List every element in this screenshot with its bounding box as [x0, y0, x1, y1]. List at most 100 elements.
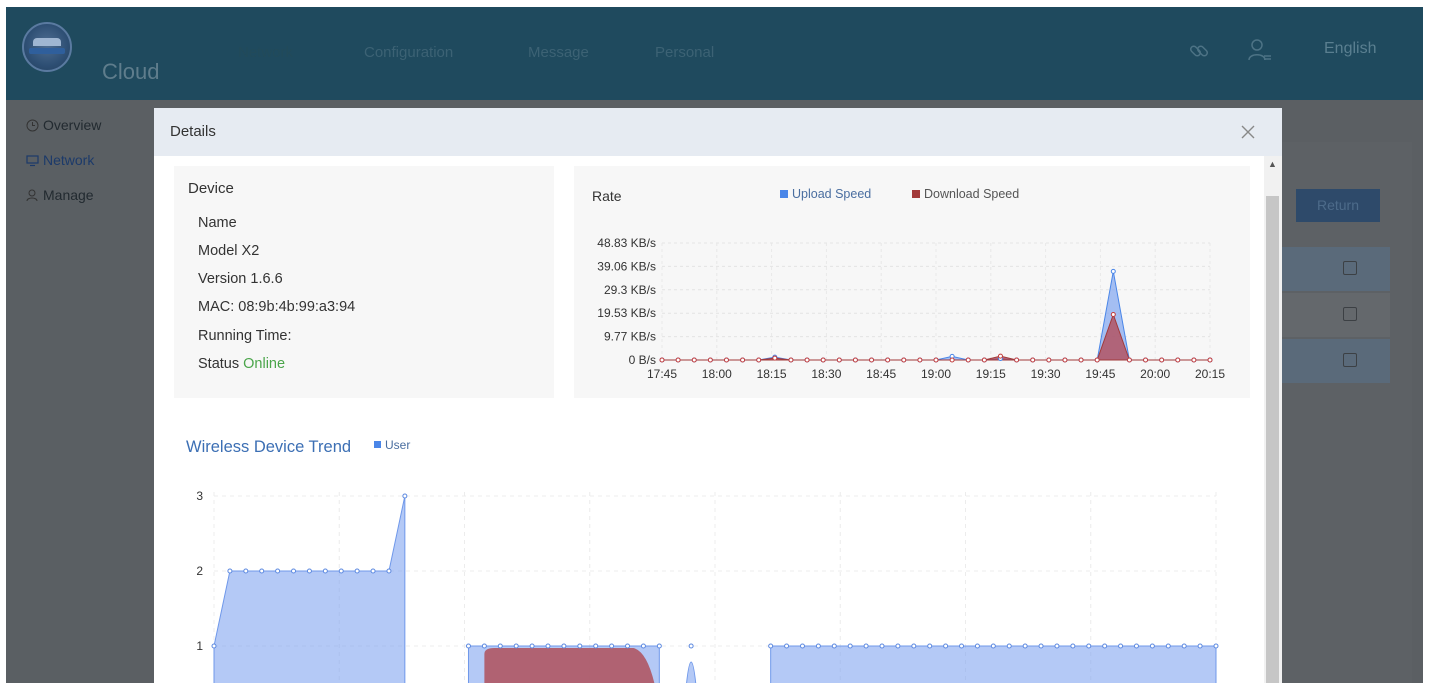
nav-personal[interactable]: Personal — [655, 44, 714, 61]
trend-chart-title: Wireless Device Trend — [186, 438, 351, 456]
series-area-user — [213, 495, 406, 683]
data-point — [370, 568, 376, 574]
table-row — [1280, 293, 1390, 337]
sidebar-item-manage[interactable]: Manage — [26, 187, 94, 203]
x-tick-label: 20:00 — [1140, 367, 1170, 381]
x-tick-label: 20:15 — [1195, 367, 1225, 381]
data-point — [1046, 357, 1052, 363]
link-icon[interactable] — [1187, 39, 1211, 63]
data-point — [1181, 643, 1187, 649]
device-card: Device Name Model X2 Version 1.6.6 MAC: … — [174, 166, 554, 398]
data-point — [1159, 357, 1165, 363]
data-point — [1014, 357, 1020, 363]
row-checkbox[interactable] — [1343, 307, 1357, 321]
x-tick-label: 18:45 — [866, 367, 896, 381]
close-icon[interactable] — [1239, 123, 1257, 141]
sidebar-item-overview[interactable]: Overview — [26, 117, 101, 133]
data-point — [593, 643, 599, 649]
data-point — [275, 568, 281, 574]
x-tick-label: 19:30 — [1031, 367, 1061, 381]
y-tick-label: 39.06 KB/s — [597, 259, 656, 273]
data-point — [1070, 643, 1076, 649]
dialog-scrollbar[interactable]: ▲ — [1264, 156, 1282, 683]
data-point — [990, 643, 996, 649]
row-checkbox[interactable] — [1343, 261, 1357, 275]
data-point — [959, 643, 965, 649]
data-point — [656, 643, 662, 649]
y-tick-label: 3 — [196, 489, 203, 503]
data-point — [1062, 357, 1068, 363]
x-tick-label: 18:30 — [811, 367, 841, 381]
user-icon[interactable] — [1246, 37, 1272, 63]
device-running-time: Running Time: — [198, 328, 292, 344]
nav-configuration[interactable]: Configuration — [364, 44, 453, 61]
data-point — [815, 643, 821, 649]
data-point — [1165, 643, 1171, 649]
data-point — [1038, 643, 1044, 649]
legend-swatch — [374, 441, 381, 448]
data-point — [211, 643, 217, 649]
x-tick-label: 19:00 — [921, 367, 951, 381]
data-point — [949, 357, 955, 363]
y-tick-label: 9.77 KB/s — [604, 330, 656, 344]
device-status-label: Status — [198, 356, 240, 372]
row-checkbox[interactable] — [1343, 353, 1357, 367]
top-navigation-bar: Cloud Network Configuration Message Pers… — [6, 7, 1423, 100]
y-tick-label: 1 — [196, 639, 203, 653]
device-version: Version 1.6.6 — [198, 271, 283, 287]
data-point — [465, 643, 471, 649]
data-point — [1022, 643, 1028, 649]
data-point — [1213, 643, 1219, 649]
data-point — [756, 357, 762, 363]
return-button[interactable]: Return — [1296, 189, 1380, 222]
data-point — [895, 643, 901, 649]
dialog-title: Details — [170, 123, 216, 140]
data-point — [675, 357, 681, 363]
scroll-up-arrow-icon[interactable]: ▲ — [1268, 159, 1277, 169]
sidebar-item-network[interactable]: Network — [26, 152, 94, 168]
scrollbar-thumb[interactable] — [1266, 196, 1279, 683]
data-point — [1110, 268, 1116, 274]
data-point — [1207, 357, 1213, 363]
sidebar-item-label: Overview — [43, 117, 102, 133]
data-point — [820, 357, 826, 363]
data-point — [740, 357, 746, 363]
nav-message[interactable]: Message — [528, 44, 589, 61]
data-point — [772, 355, 778, 361]
sidebar-item-label: Network — [43, 152, 95, 168]
device-mac: MAC: 08:9b:4b:99:a3:94 — [198, 299, 356, 315]
data-point — [836, 357, 842, 363]
app-window: Cloud Network Configuration Message Pers… — [6, 7, 1423, 683]
device-status: Status Online — [198, 356, 285, 372]
data-point — [545, 643, 551, 649]
y-tick-label: 29.3 KB/s — [604, 283, 656, 297]
rate-chart-title: Rate — [592, 188, 622, 204]
sidebar-item-label: Manage — [43, 187, 94, 203]
data-point — [1143, 357, 1149, 363]
brand-logo[interactable] — [22, 22, 72, 72]
data-point — [481, 643, 487, 649]
data-point — [943, 643, 949, 649]
language-selector[interactable]: English — [1324, 40, 1376, 58]
data-point — [974, 643, 980, 649]
data-point — [917, 357, 923, 363]
data-point — [933, 357, 939, 363]
monitor-icon — [26, 155, 39, 167]
data-point — [799, 643, 805, 649]
device-card-title: Device — [188, 180, 234, 197]
data-point — [1030, 357, 1036, 363]
data-point — [1086, 643, 1092, 649]
data-point — [768, 643, 774, 649]
data-point — [723, 357, 729, 363]
data-point — [513, 643, 519, 649]
wireless-device-trend-chart: Wireless Device Trend User 3 2 1 — [186, 438, 1219, 683]
details-dialog: Details ▲ Device Name Model X2 Version 1… — [154, 108, 1282, 683]
data-point — [1054, 643, 1060, 649]
data-point — [707, 357, 713, 363]
data-point — [625, 643, 631, 649]
data-point — [291, 568, 297, 574]
data-point — [1133, 643, 1139, 649]
data-point — [338, 568, 344, 574]
data-point — [901, 357, 907, 363]
nav-network[interactable]: Network — [238, 44, 293, 61]
